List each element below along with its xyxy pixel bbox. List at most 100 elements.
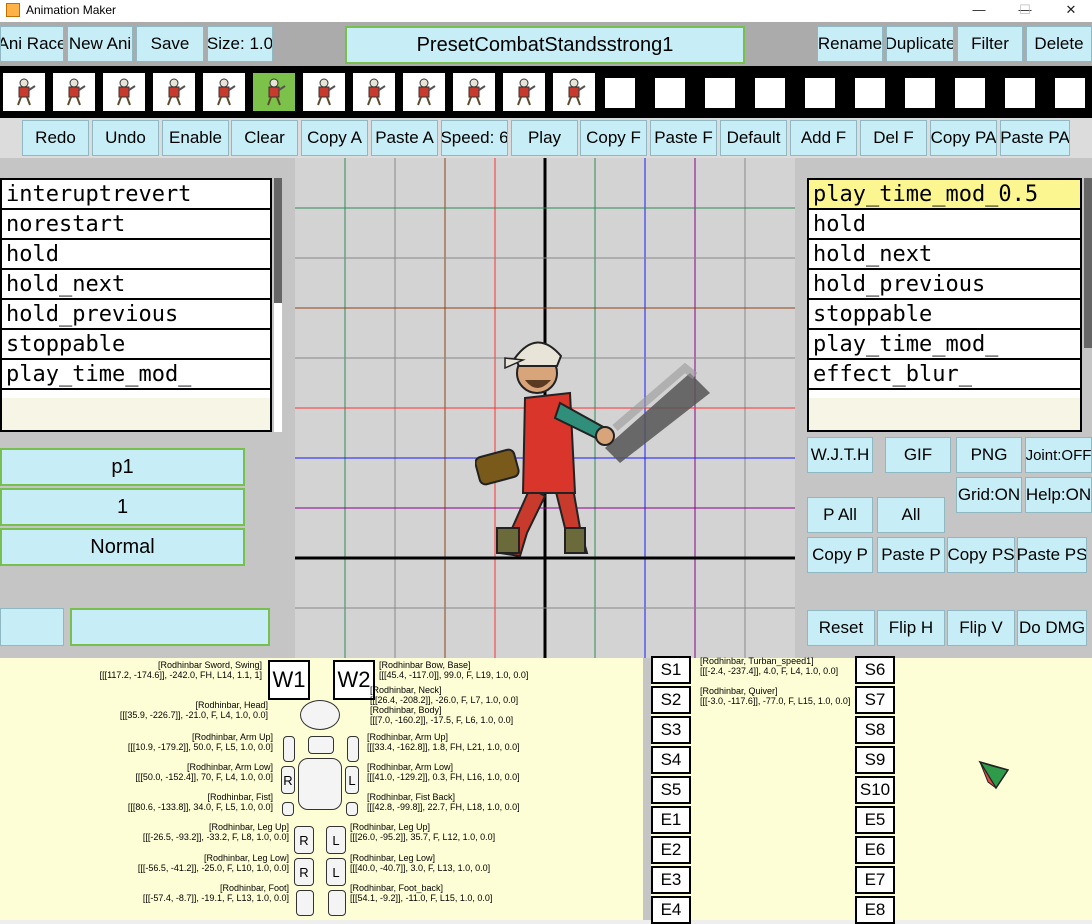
- delete-button[interactable]: Delete: [1026, 26, 1092, 62]
- filter-button[interactable]: Filter: [957, 26, 1023, 62]
- joint-toggle[interactable]: Joint:OFF: [1025, 437, 1092, 473]
- list-item[interactable]: hold_previous: [809, 270, 1080, 300]
- minimize-window-button[interactable]: —: [956, 0, 1002, 22]
- empty-frame[interactable]: [654, 77, 686, 109]
- toolbar-button-play[interactable]: Play: [511, 120, 578, 156]
- slot-s6[interactable]: S6: [855, 656, 895, 684]
- slot-s7[interactable]: S7: [855, 686, 895, 714]
- list-item[interactable]: play_time_mod_0.5: [809, 180, 1080, 210]
- empty-frame[interactable]: [604, 77, 636, 109]
- flip-h-button[interactable]: Flip H: [877, 610, 945, 646]
- paste-p-button[interactable]: Paste P: [877, 537, 945, 573]
- slot-s10[interactable]: S10: [855, 776, 895, 804]
- leg-low-left-part[interactable]: L: [326, 858, 346, 886]
- list-item[interactable]: hold_next: [809, 240, 1080, 270]
- list-item[interactable]: interuptrevert: [2, 180, 270, 210]
- empty-frame[interactable]: [1054, 77, 1086, 109]
- toolbar-button-clear[interactable]: Clear: [231, 120, 298, 156]
- toolbar-button-speed-6[interactable]: Speed: 6: [441, 120, 508, 156]
- list-item[interactable]: hold_previous: [2, 300, 270, 330]
- animation-frame[interactable]: [502, 72, 546, 112]
- png-button[interactable]: PNG: [956, 437, 1022, 473]
- arm-low-right-part[interactable]: R: [281, 766, 295, 794]
- do-dmg-button[interactable]: Do DMG: [1017, 610, 1087, 646]
- left-list-scrolltrack[interactable]: [274, 303, 282, 432]
- wjth-button[interactable]: W.J.T.H: [807, 437, 873, 473]
- animation-name-field[interactable]: PresetCombatStandsstrong1: [345, 26, 745, 64]
- list-item[interactable]: play_time_mod_: [809, 330, 1080, 360]
- animation-frame[interactable]: [252, 72, 296, 112]
- size-button[interactable]: Size: 1.0: [207, 26, 273, 62]
- toolbar-button-enable[interactable]: Enable: [162, 120, 229, 156]
- toolbar-button-redo[interactable]: Redo: [22, 120, 89, 156]
- mode-field[interactable]: Normal: [0, 528, 245, 566]
- reset-button[interactable]: Reset: [807, 610, 875, 646]
- left-empty-input-2[interactable]: [70, 608, 270, 646]
- slot-s1[interactable]: S1: [651, 656, 691, 684]
- leg-up-left-part[interactable]: L: [326, 826, 346, 854]
- weapon-1-slot[interactable]: W1: [268, 660, 310, 700]
- copy-ps-button[interactable]: Copy PS: [947, 537, 1015, 573]
- leg-up-right-part[interactable]: R: [294, 826, 314, 854]
- slot-e6[interactable]: E6: [855, 836, 895, 864]
- maximize-button[interactable]: ☐: [1002, 0, 1048, 22]
- list-item[interactable]: play_time_mod_: [2, 360, 270, 390]
- empty-frame[interactable]: [954, 77, 986, 109]
- empty-frame[interactable]: [854, 77, 886, 109]
- arm-up-right-part[interactable]: [283, 736, 295, 762]
- empty-frame[interactable]: [704, 77, 736, 109]
- arm-up-left-part[interactable]: [347, 736, 359, 762]
- p-all-button[interactable]: P All: [807, 497, 873, 533]
- slot-e1[interactable]: E1: [651, 806, 691, 834]
- list-item[interactable]: hold: [809, 210, 1080, 240]
- close-button[interactable]: ✕: [1048, 0, 1092, 22]
- copy-p-button[interactable]: Copy P: [807, 537, 873, 573]
- slot-s4[interactable]: S4: [651, 746, 691, 774]
- toolbar-button-del-f[interactable]: Del F: [860, 120, 927, 156]
- slot-e5[interactable]: E5: [855, 806, 895, 834]
- list-item[interactable]: hold_next: [2, 270, 270, 300]
- foot-back-part[interactable]: [328, 890, 346, 916]
- weapon-2-slot[interactable]: W2: [333, 660, 375, 700]
- head-part[interactable]: [300, 700, 340, 730]
- help-toggle[interactable]: Help:ON: [1025, 477, 1092, 513]
- all-button[interactable]: All: [877, 497, 945, 533]
- toolbar-button-copy-f[interactable]: Copy F: [580, 120, 647, 156]
- p-field[interactable]: p1: [0, 448, 245, 486]
- empty-frame[interactable]: [754, 77, 786, 109]
- right-attribute-list[interactable]: play_time_mod_0.5 hold hold_next hold_previ…: [807, 178, 1082, 432]
- left-attribute-list[interactable]: interuptrevert norestart hold hold_next hold…: [0, 178, 272, 432]
- list-item[interactable]: hold: [2, 240, 270, 270]
- new-ani-button[interactable]: New Ani: [67, 26, 133, 62]
- animation-frame[interactable]: [302, 72, 346, 112]
- list-item[interactable]: effect_blur_: [809, 360, 1080, 390]
- toolbar-button-paste-f[interactable]: Paste F: [650, 120, 717, 156]
- toolbar-button-undo[interactable]: Undo: [92, 120, 159, 156]
- animation-frame[interactable]: [52, 72, 96, 112]
- animation-canvas[interactable]: [295, 158, 795, 658]
- toolbar-button-copy-pa[interactable]: Copy PA: [930, 120, 997, 156]
- list-item[interactable]: stoppable: [809, 300, 1080, 330]
- leg-low-right-part[interactable]: R: [294, 858, 314, 886]
- slot-e2[interactable]: E2: [651, 836, 691, 864]
- arm-low-left-part[interactable]: L: [345, 766, 359, 794]
- slot-s2[interactable]: S2: [651, 686, 691, 714]
- gif-button[interactable]: GIF: [885, 437, 951, 473]
- slot-s8[interactable]: S8: [855, 716, 895, 744]
- animation-frame[interactable]: [402, 72, 446, 112]
- ani-race-button[interactable]: Ani Race: [0, 26, 64, 62]
- list-item[interactable]: norestart: [2, 210, 270, 240]
- animation-frame[interactable]: [102, 72, 146, 112]
- toolbar-button-add-f[interactable]: Add F: [790, 120, 857, 156]
- animation-frame[interactable]: [352, 72, 396, 112]
- toolbar-button-paste-pa[interactable]: Paste PA: [1000, 120, 1070, 156]
- color-pointer-icon[interactable]: [978, 758, 1012, 792]
- left-empty-input[interactable]: [0, 608, 64, 646]
- right-list-scrollbar[interactable]: [1084, 178, 1092, 348]
- empty-frame[interactable]: [804, 77, 836, 109]
- slot-e3[interactable]: E3: [651, 866, 691, 894]
- animation-frame[interactable]: [552, 72, 596, 112]
- slot-s5[interactable]: S5: [651, 776, 691, 804]
- toolbar-button-copy-a[interactable]: Copy A: [301, 120, 368, 156]
- empty-frame[interactable]: [1004, 77, 1036, 109]
